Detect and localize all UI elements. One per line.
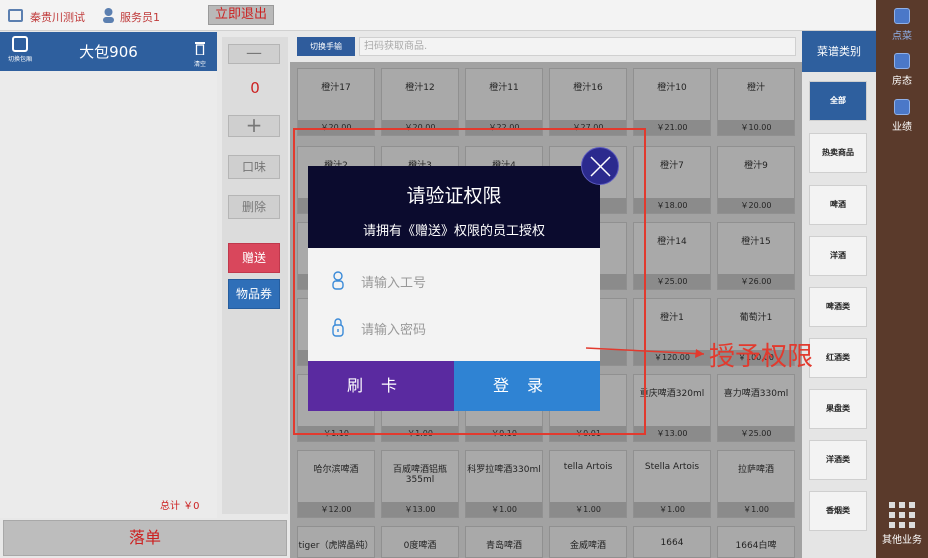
category-item[interactable]: 热卖商品 bbox=[809, 133, 867, 173]
annotation-arrow bbox=[586, 347, 705, 358]
sidebar-item-performance[interactable]: 业绩 bbox=[876, 93, 928, 137]
order-header: 切换包厢 大包906 清空 bbox=[0, 32, 217, 71]
performance-icon bbox=[894, 99, 910, 115]
table-name: 大包906 bbox=[79, 43, 138, 61]
submit-order-button[interactable]: 落单 bbox=[3, 520, 287, 556]
order-list bbox=[0, 71, 217, 518]
plus-button[interactable]: + bbox=[228, 115, 280, 137]
category-item[interactable]: 全部 bbox=[809, 81, 867, 121]
user-icon bbox=[332, 271, 344, 290]
close-dialog-button[interactable] bbox=[581, 147, 619, 185]
dialog-body: 请输入工号 请输入密码 bbox=[308, 248, 600, 361]
password-placeholder: 请输入密码 bbox=[361, 323, 427, 338]
sidebar-item-label: 房态 bbox=[892, 76, 912, 87]
grid-icon bbox=[889, 502, 915, 528]
category-header: 菜谱类别 bbox=[802, 31, 876, 72]
category-item[interactable]: 啤酒 bbox=[809, 185, 867, 225]
order-icon bbox=[894, 8, 910, 24]
close-icon bbox=[590, 156, 611, 177]
store-name: 秦贵川测试 bbox=[30, 11, 85, 24]
sidebar-item-order[interactable]: 点菜 bbox=[876, 2, 928, 46]
lock-icon bbox=[332, 318, 344, 337]
item-controls: — 0 + 口味 删除 赠送 物品券 bbox=[222, 37, 288, 514]
other-business-button[interactable]: 其他业务 bbox=[876, 500, 928, 552]
sidebar-item-label: 点菜 bbox=[892, 31, 912, 42]
scan-input[interactable]: 扫码获取商品. bbox=[359, 37, 796, 56]
password-field[interactable]: 请输入密码 bbox=[328, 313, 588, 343]
delete-button[interactable]: 删除 bbox=[228, 195, 280, 219]
auth-dialog: 请验证权限 请拥有《赠送》权限的员工授权 请输入工号 请输入密码 刷卡 登录 bbox=[308, 166, 600, 411]
staff-name: 服务员1 bbox=[120, 11, 160, 24]
user-icon bbox=[102, 7, 115, 23]
login-button[interactable]: 登录 bbox=[454, 361, 600, 411]
minus-button[interactable]: — bbox=[228, 44, 280, 64]
top-bar: 秦贵川测试 服务员1 立即退出 bbox=[0, 0, 876, 31]
quantity-value: 0 bbox=[250, 79, 260, 97]
order-total: 总计 ￥0 bbox=[160, 501, 200, 512]
logout-button[interactable]: 立即退出 bbox=[208, 5, 274, 25]
dialog-header: 请验证权限 请拥有《赠送》权限的员工授权 bbox=[308, 166, 600, 248]
trash-icon bbox=[195, 42, 205, 56]
clear-button[interactable]: 清空 bbox=[190, 40, 210, 68]
voucher-button[interactable]: 物品券 bbox=[228, 279, 280, 309]
swipe-card-button[interactable]: 刷卡 bbox=[308, 361, 454, 411]
category-item[interactable]: 红酒类 bbox=[809, 338, 867, 378]
right-sidebar: 点菜 房态 业绩 其他业务 bbox=[876, 0, 928, 558]
switch-room-label: 切换包厢 bbox=[8, 56, 33, 63]
category-item[interactable]: 果盘类 bbox=[809, 389, 867, 429]
switch-room-button[interactable]: 切换包厢 bbox=[8, 36, 32, 68]
store-icon bbox=[8, 9, 23, 22]
category-item[interactable]: 洋酒类 bbox=[809, 440, 867, 480]
sidebar-item-rooms[interactable]: 房态 bbox=[876, 47, 928, 91]
employee-id-field[interactable]: 请输入工号 bbox=[328, 266, 588, 296]
employee-id-placeholder: 请输入工号 bbox=[361, 276, 427, 291]
dialog-title: 请验证权限 bbox=[406, 185, 502, 207]
category-item[interactable]: 洋酒 bbox=[809, 236, 867, 276]
sidebar-item-label: 业绩 bbox=[892, 122, 912, 133]
clear-label: 清空 bbox=[193, 61, 206, 68]
switch-room-icon bbox=[12, 36, 28, 52]
category-item[interactable]: 啤酒类 bbox=[809, 287, 867, 327]
switch-input-button[interactable]: 切换手输 bbox=[297, 37, 355, 56]
category-item[interactable]: 香烟类 bbox=[809, 491, 867, 531]
other-business-label: 其他业务 bbox=[882, 535, 922, 546]
taste-button[interactable]: 口味 bbox=[228, 155, 280, 179]
annotation-label: 授予权限 bbox=[709, 342, 814, 372]
gift-button[interactable]: 赠送 bbox=[228, 243, 280, 273]
dialog-subtitle: 请拥有《赠送》权限的员工授权 bbox=[362, 224, 545, 239]
rooms-icon bbox=[894, 53, 910, 69]
